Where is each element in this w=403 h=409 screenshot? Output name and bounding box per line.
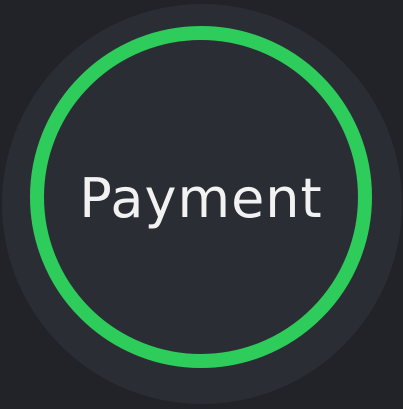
payment-button[interactable]: Payment bbox=[30, 26, 372, 368]
payment-screen: Payment bbox=[0, 0, 403, 409]
payment-button-label: Payment bbox=[79, 167, 323, 230]
